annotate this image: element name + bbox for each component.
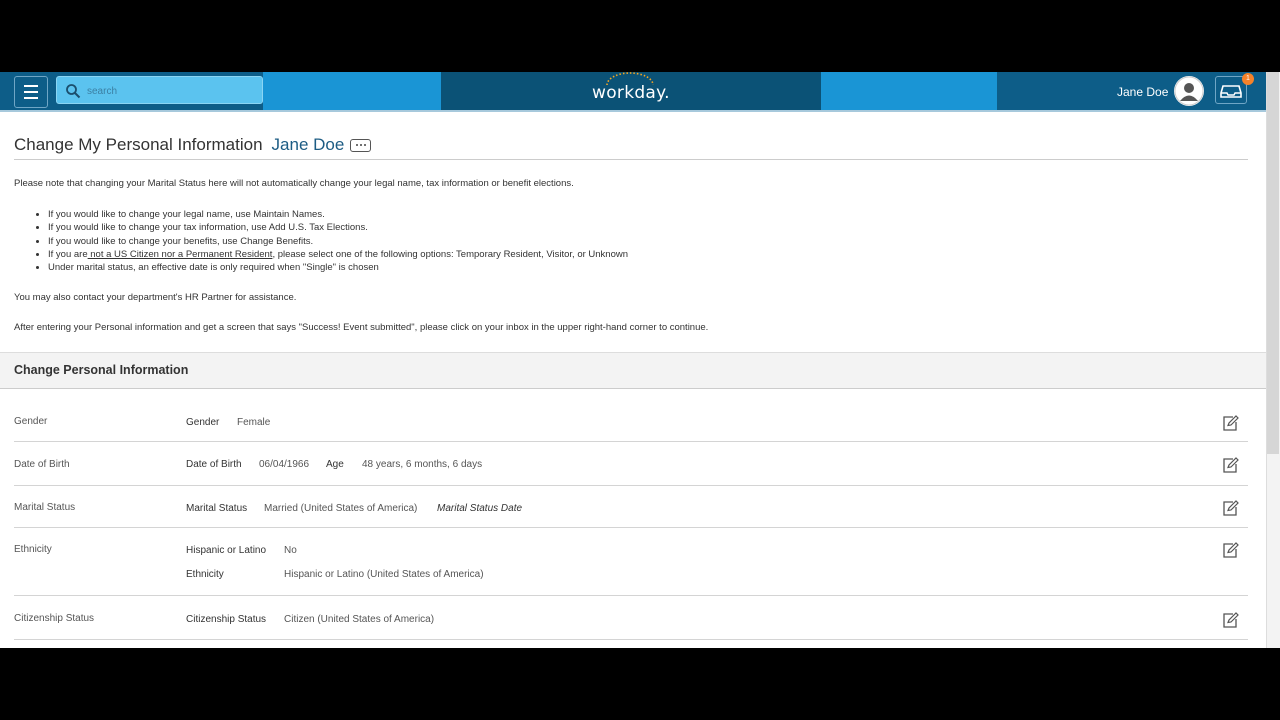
instruction-list: If you would like to change your legal n… <box>36 208 628 274</box>
list-item: If you would like to change your legal n… <box>48 208 628 221</box>
inbox-count-badge: 1 <box>1242 73 1254 85</box>
search-input[interactable] <box>85 81 259 101</box>
list-item: If you would like to change your benefit… <box>48 235 628 248</box>
list-item-text: , please select one of the following opt… <box>272 248 629 260</box>
field-label: Citizenship Status <box>186 614 267 625</box>
field-label: Hispanic or Latino <box>186 545 267 556</box>
field-label: Gender <box>186 417 220 428</box>
menu-icon[interactable] <box>14 76 48 108</box>
edit-citizenship-status-icon[interactable] <box>1221 611 1239 629</box>
edit-ethnicity-icon[interactable] <box>1221 541 1239 559</box>
title-divider <box>14 159 1248 160</box>
row-label-marital-status: Marital Status <box>14 502 76 513</box>
field-label: Marital Status <box>186 503 248 514</box>
section-title: Change Personal Information <box>14 363 189 377</box>
field-value: Hispanic or Latino (United States of Ame… <box>284 569 484 580</box>
avatar[interactable] <box>1174 76 1204 106</box>
field-value: Female <box>237 417 271 428</box>
row-divider <box>14 441 1248 442</box>
contact-text: You may also contact your department's H… <box>14 292 297 303</box>
intro-text: Please note that changing your Marital S… <box>14 178 574 189</box>
row-label-ethnicity: Ethnicity <box>14 544 52 555</box>
field-value: Citizen (United States of America) <box>284 614 435 625</box>
top-navigation-bar: workday. Jane Doe 1 <box>0 72 1280 112</box>
header-underline <box>0 110 1280 112</box>
row-divider <box>14 485 1248 486</box>
after-text: After entering your Personal information… <box>14 322 709 333</box>
edit-gender-icon[interactable] <box>1221 414 1239 432</box>
user-name[interactable]: Jane Doe <box>1117 85 1168 99</box>
search-box[interactable] <box>56 76 263 104</box>
field-value: Married (United States of America) <box>264 503 418 514</box>
field-value: 48 years, 6 months, 6 days <box>362 459 483 470</box>
header-band <box>821 72 997 112</box>
field-label: Age <box>326 459 344 470</box>
list-item: If you would like to change your tax inf… <box>48 221 628 234</box>
scrollbar-thumb[interactable] <box>1267 72 1279 454</box>
workday-app: workday. Jane Doe 1 Change My Personal I… <box>0 72 1280 648</box>
list-item: Under marital status, an effective date … <box>48 261 628 274</box>
field-label: Date of Birth <box>186 459 242 470</box>
edit-marital-status-icon[interactable] <box>1221 499 1239 517</box>
page-title-row: Change My Personal Information Jane Doe <box>14 135 372 155</box>
field-value: No <box>284 545 297 556</box>
field-label: Marital Status Date <box>437 503 523 514</box>
workday-logo[interactable]: workday. <box>592 83 670 103</box>
page-title: Change My Personal Information <box>14 135 263 154</box>
row-divider <box>14 595 1248 596</box>
related-actions-icon[interactable] <box>350 138 372 152</box>
field-label: Ethnicity <box>186 569 224 580</box>
search-icon <box>66 84 81 99</box>
row-label-date-of-birth: Date of Birth <box>14 459 70 470</box>
edit-date-of-birth-icon[interactable] <box>1221 456 1239 474</box>
field-value: 06/04/1966 <box>259 459 310 470</box>
non-citizen-underlined-text: not a US Citizen nor a Permanent Residen… <box>87 248 273 260</box>
user-avatar-icon <box>1174 76 1204 106</box>
list-item-text: If you are <box>48 248 88 260</box>
row-label-gender: Gender <box>14 416 48 427</box>
row-label-citizenship-status: Citizenship Status <box>14 613 95 624</box>
worker-name-link[interactable]: Jane Doe <box>272 135 345 155</box>
row-divider <box>14 639 1248 640</box>
row-divider <box>14 527 1248 528</box>
list-item: If you are not a US Citizen nor a Perman… <box>48 248 628 261</box>
section-header <box>0 352 1266 389</box>
header-band <box>263 72 441 112</box>
